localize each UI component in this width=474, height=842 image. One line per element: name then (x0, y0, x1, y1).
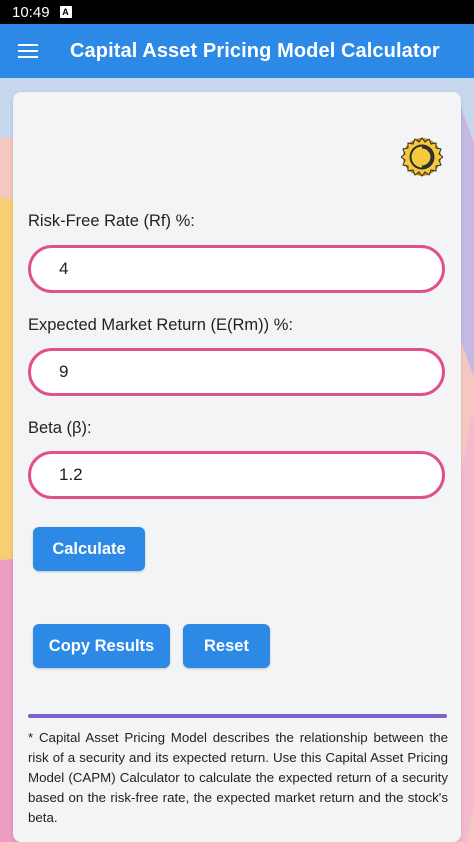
reset-button[interactable]: Reset (183, 624, 270, 668)
notification-icon: A (59, 6, 72, 18)
calculate-button[interactable]: Calculate (33, 527, 145, 571)
app-bar: Capital Asset Pricing Model Calculator (0, 24, 474, 78)
expected-market-return-label: Expected Market Return (E(Rm)) %: (28, 316, 293, 334)
copy-results-button[interactable]: Copy Results (33, 624, 170, 668)
menu-button[interactable] (0, 24, 56, 78)
risk-free-rate-input[interactable] (28, 245, 445, 293)
beta-label: Beta (β): (28, 419, 92, 437)
divider (28, 714, 447, 718)
calculator-card: Risk-Free Rate (Rf) %: Expected Market R… (13, 92, 461, 842)
beta-input[interactable] (28, 451, 445, 499)
expected-market-return-input[interactable] (28, 348, 445, 396)
status-bar: 10:49 A (0, 0, 474, 24)
status-time: 10:49 (12, 3, 50, 21)
page-title: Capital Asset Pricing Model Calculator (70, 39, 440, 62)
theme-toggle-icon[interactable] (401, 136, 443, 178)
hamburger-menu-icon (18, 44, 38, 58)
capm-description-note: * Capital Asset Pricing Model describes … (28, 730, 448, 825)
risk-free-rate-label: Risk-Free Rate (Rf) %: (28, 212, 195, 230)
